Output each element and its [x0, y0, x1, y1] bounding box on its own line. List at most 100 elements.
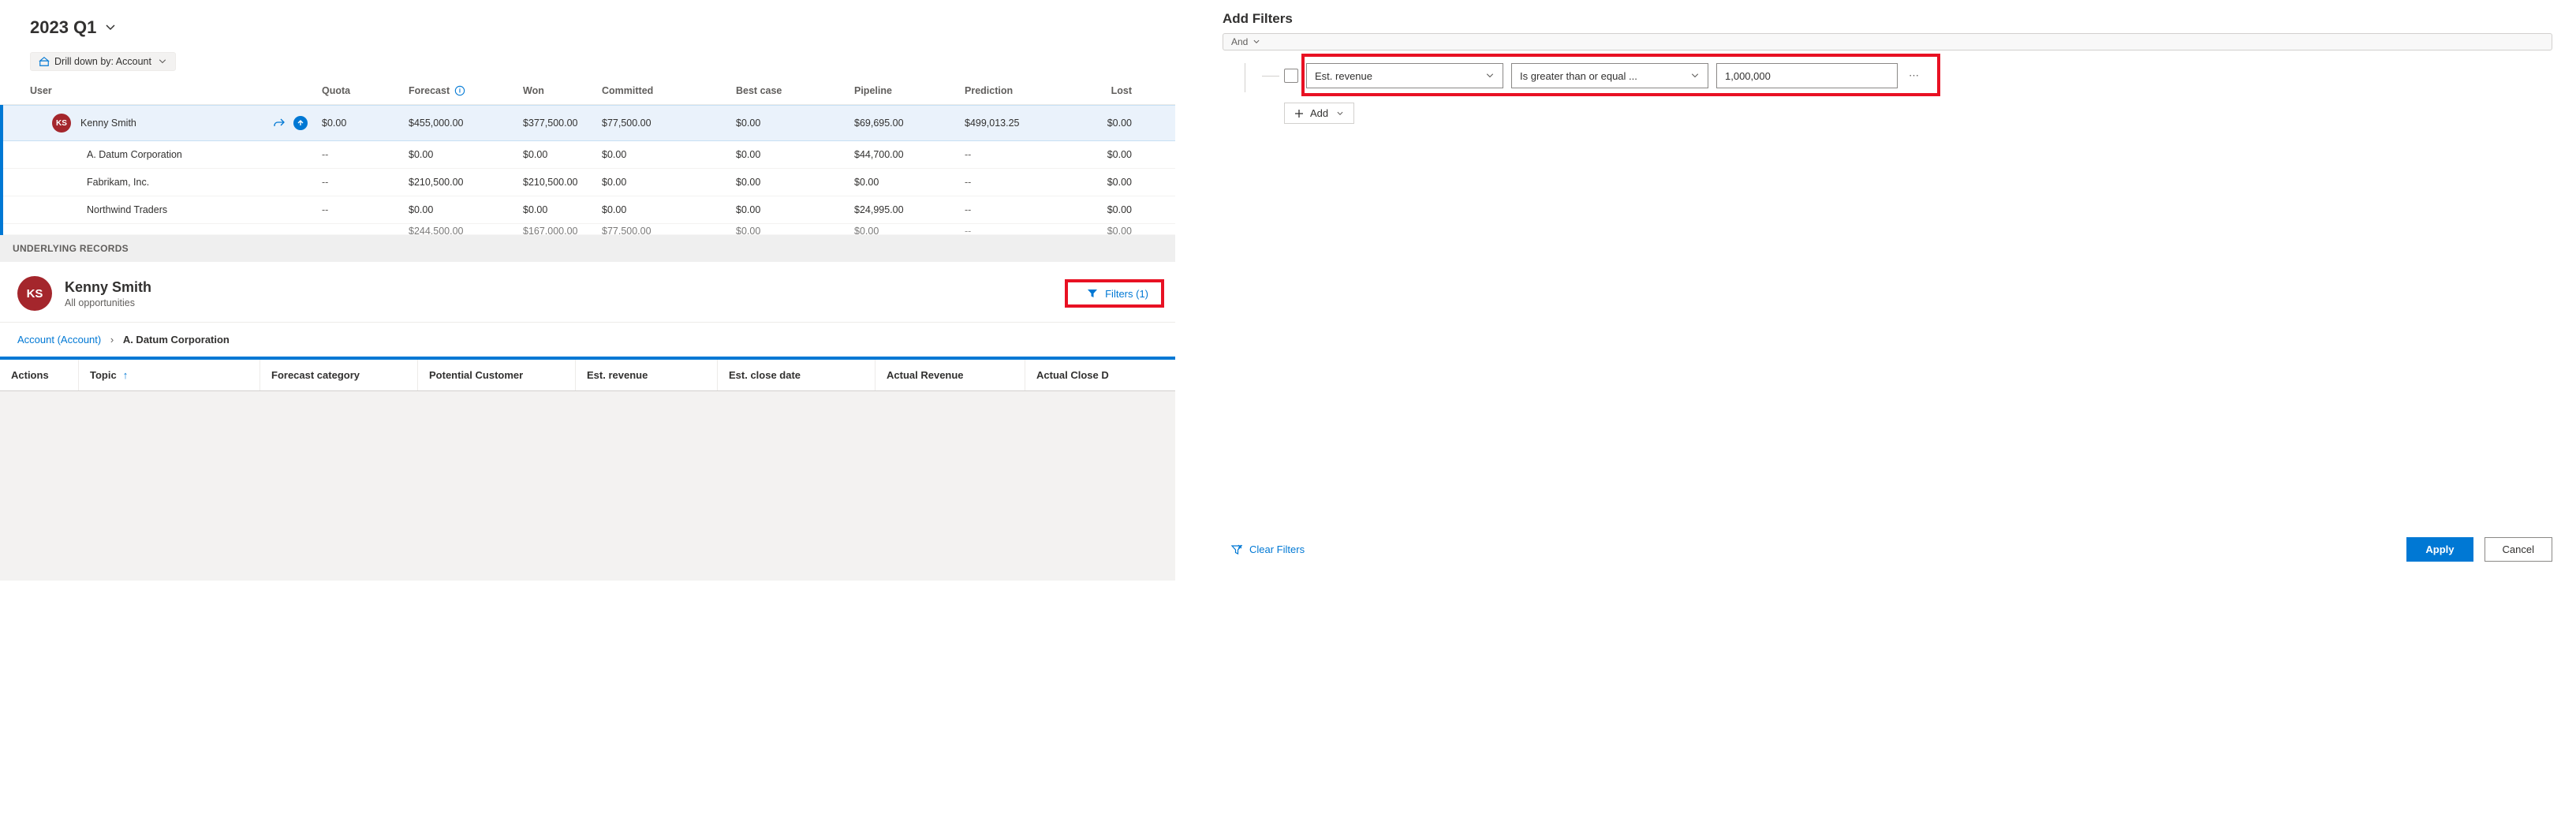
cell-bestcase: $0.00: [736, 204, 854, 215]
col-forecast[interactable]: Forecast i: [409, 85, 523, 96]
cell-won: $0.00: [523, 149, 602, 160]
filters-button[interactable]: Filters (1): [1077, 282, 1158, 304]
col-topic[interactable]: Topic ↑: [79, 360, 260, 390]
row-checkbox[interactable]: [1284, 69, 1298, 83]
underlying-records-heading: UNDERLYING RECORDS: [0, 235, 1175, 262]
cell-pipeline: $44,700.00: [854, 149, 965, 160]
user-name: Kenny Smith: [80, 118, 136, 129]
filters-label: Filters (1): [1105, 288, 1148, 300]
col-est-revenue[interactable]: Est. revenue: [576, 360, 718, 390]
col-bestcase[interactable]: Best case: [736, 85, 854, 96]
cell-prediction: --: [965, 204, 1091, 215]
user-name: Northwind Traders: [87, 204, 167, 215]
filter-operator-select[interactable]: Is greater than or equal ...: [1511, 63, 1708, 88]
cell-lost: $0.00: [1091, 149, 1138, 160]
filter-field-select[interactable]: Est. revenue: [1306, 63, 1503, 88]
cancel-button[interactable]: Cancel: [2485, 537, 2552, 562]
cell-committed: $77,500.00: [602, 226, 736, 235]
forecast-row[interactable]: KS Kenny Smith $0.00 $455,000.00 $377,50…: [3, 105, 1175, 141]
cell-committed: $0.00: [602, 149, 736, 160]
cell-bestcase: $0.00: [736, 177, 854, 188]
drill-label: Drill down by: Account: [54, 56, 151, 67]
col-lost[interactable]: Lost: [1091, 85, 1138, 96]
info-icon[interactable]: i: [454, 85, 465, 96]
cell-forecast: $455,000.00: [409, 118, 523, 129]
clear-filters-button[interactable]: Clear Filters: [1230, 543, 1305, 556]
sort-ascending-icon: ↑: [123, 369, 129, 381]
apply-button[interactable]: Apply: [2406, 537, 2473, 562]
cell-committed: $0.00: [602, 177, 736, 188]
breadcrumb: Account (Account) › A. Datum Corporation: [0, 323, 1175, 360]
user-name: Fabrikam, Inc.: [87, 177, 149, 188]
col-potential-customer[interactable]: Potential Customer: [418, 360, 576, 390]
add-condition-button[interactable]: Add: [1284, 103, 1354, 124]
avatar: KS: [17, 276, 52, 311]
cell-pipeline: $69,695.00: [854, 118, 965, 129]
cell-prediction: --: [965, 149, 1091, 160]
breadcrumb-root[interactable]: Account (Account): [17, 334, 101, 346]
col-est-close-date[interactable]: Est. close date: [718, 360, 875, 390]
chevron-right-icon: ›: [110, 334, 114, 346]
cell-bestcase: $0.00: [736, 118, 854, 129]
cell-committed: $77,500.00: [602, 118, 736, 129]
col-pipeline[interactable]: Pipeline: [854, 85, 965, 96]
forecast-table-header: User Quota Forecast i Won Committed Best…: [0, 80, 1175, 105]
col-won[interactable]: Won: [523, 85, 602, 96]
home-icon: [39, 56, 50, 67]
col-forecast-category[interactable]: Forecast category: [260, 360, 418, 390]
forecast-row[interactable]: Fabrikam, Inc. -- $210,500.00 $210,500.0…: [3, 169, 1175, 196]
cell-won: $377,500.00: [523, 118, 602, 129]
opportunities-header: Actions Topic ↑ Forecast category Potent…: [0, 360, 1175, 391]
chevron-down-icon: [1253, 38, 1260, 46]
cell-prediction: --: [965, 226, 1091, 235]
cell-prediction: --: [965, 177, 1091, 188]
col-actual-revenue[interactable]: Actual Revenue: [875, 360, 1025, 390]
drill-down-button[interactable]: Drill down by: Account: [30, 52, 176, 71]
forecast-row[interactable]: Northwind Traders -- $0.00 $0.00 $0.00 $…: [3, 196, 1175, 224]
cell-lost: $0.00: [1091, 226, 1138, 235]
col-quota[interactable]: Quota: [322, 85, 409, 96]
cell-committed: $0.00: [602, 204, 736, 215]
col-user[interactable]: User: [30, 85, 322, 96]
cell-forecast: $210,500.00: [409, 177, 523, 188]
tree-line: [1262, 76, 1279, 77]
opportunities-empty-area: [0, 391, 1175, 581]
filter-value-input[interactable]: [1716, 63, 1898, 88]
add-filters-title: Add Filters: [1223, 11, 2552, 33]
more-icon[interactable]: ⋯: [1906, 66, 1922, 85]
period-selector[interactable]: 2023 Q1: [30, 17, 117, 38]
cell-won: $167,000.00: [523, 226, 602, 235]
cell-pipeline: $0.00: [854, 226, 965, 235]
svg-text:i: i: [459, 88, 461, 95]
forecast-row[interactable]: A. Datum Corporation -- $0.00 $0.00 $0.0…: [3, 141, 1175, 169]
cell-won: $0.00: [523, 204, 602, 215]
cell-prediction: $499,013.25: [965, 118, 1091, 129]
forecast-row[interactable]: $244,500.00 $167,000.00 $77,500.00 $0.00…: [3, 224, 1175, 235]
cell-lost: $0.00: [1091, 177, 1138, 188]
cell-quota: $0.00: [322, 118, 409, 129]
profile-name: Kenny Smith: [65, 279, 151, 296]
col-actions[interactable]: Actions: [0, 360, 79, 390]
cell-won: $210,500.00: [523, 177, 602, 188]
chevron-down-icon: [1336, 110, 1344, 118]
share-icon[interactable]: [273, 117, 286, 129]
indicator-icon[interactable]: [293, 116, 308, 130]
chevron-down-icon: [104, 21, 117, 34]
col-committed[interactable]: Committed: [602, 85, 736, 96]
cell-lost: $0.00: [1091, 118, 1138, 129]
funnel-icon: [1086, 287, 1099, 300]
cell-quota: --: [322, 204, 409, 215]
cell-quota: --: [322, 149, 409, 160]
cell-lost: $0.00: [1091, 204, 1138, 215]
and-operator-button[interactable]: And: [1223, 33, 2552, 50]
profile-subtitle: All opportunities: [65, 297, 151, 308]
cell-forecast: $0.00: [409, 204, 523, 215]
chevron-down-icon: [1485, 71, 1495, 80]
avatar: KS: [52, 114, 71, 133]
col-prediction[interactable]: Prediction: [965, 85, 1091, 96]
clear-filter-icon: [1230, 543, 1243, 556]
col-actual-close-date[interactable]: Actual Close D: [1025, 360, 1144, 390]
cell-forecast: $244,500.00: [409, 226, 523, 235]
period-label: 2023 Q1: [30, 17, 96, 38]
cell-quota: --: [322, 177, 409, 188]
